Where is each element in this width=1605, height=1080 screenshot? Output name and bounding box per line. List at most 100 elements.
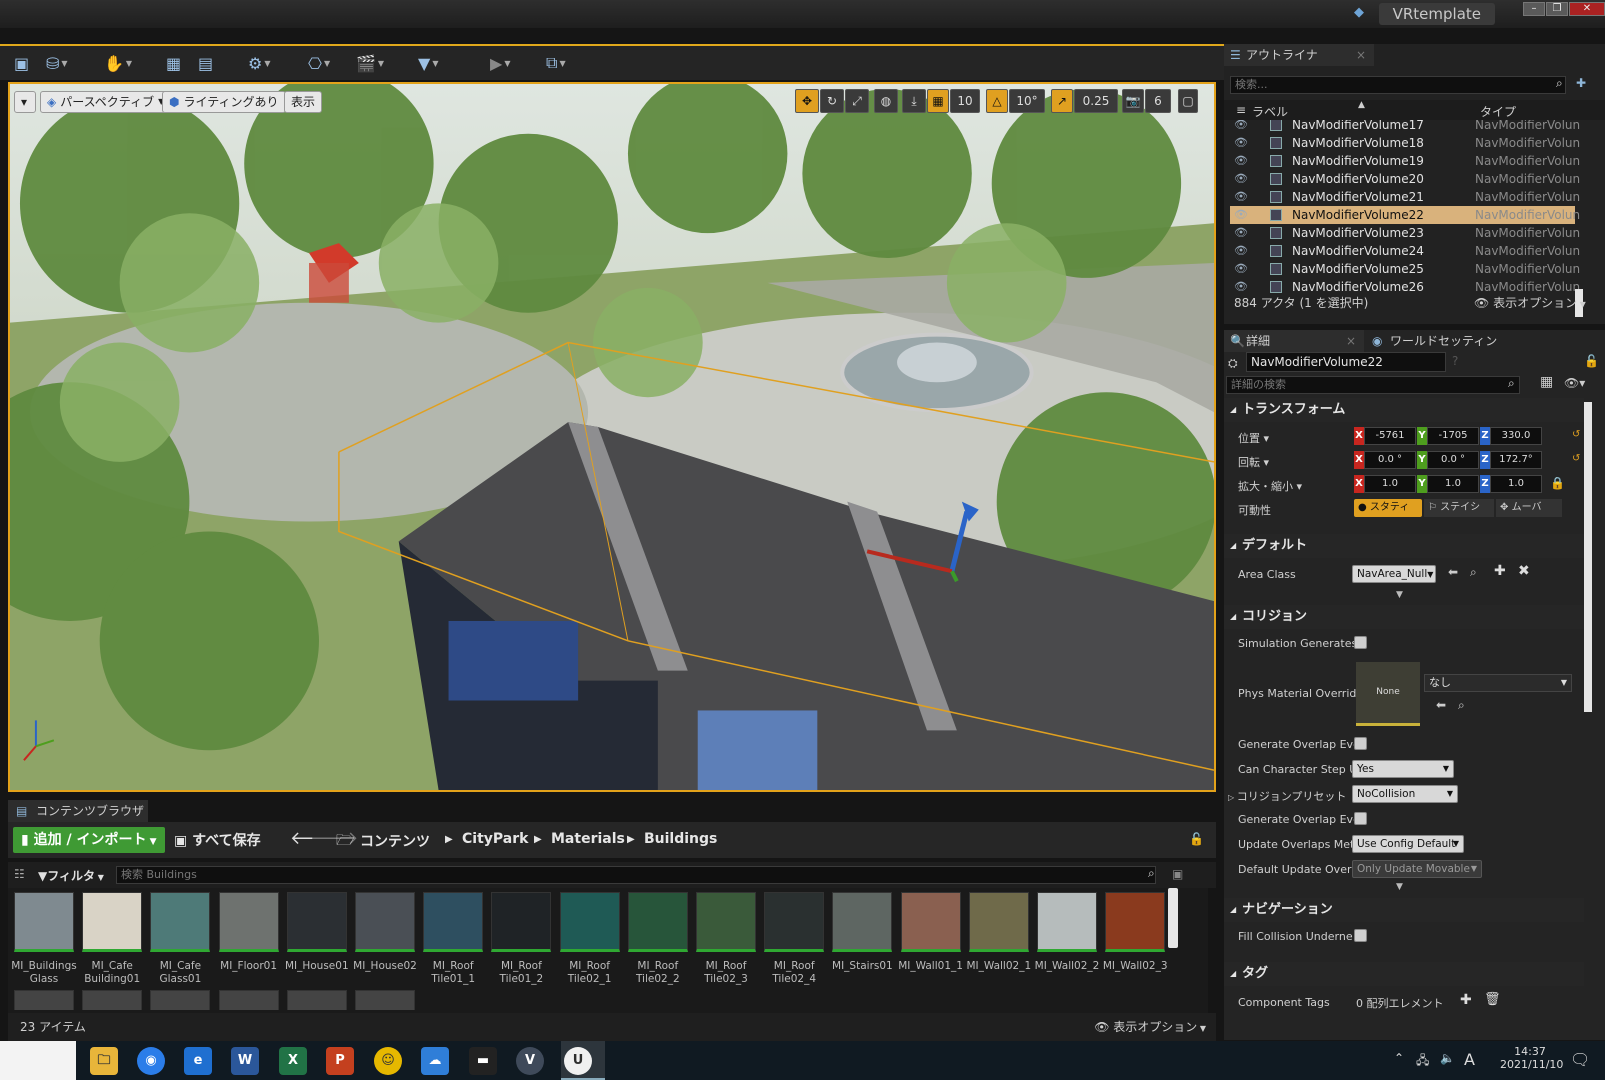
minimize-button[interactable]: – [1523, 2, 1545, 16]
asset-tile[interactable]: MI_Cafe Glass01 [150, 892, 211, 986]
clock[interactable]: 14:37 2021/11/10 [1500, 1045, 1563, 1071]
reset-rotation-icon[interactable]: ↺ [1572, 453, 1580, 464]
visibility-eye-icon[interactable]: 👁 [1234, 188, 1248, 206]
area-class-dropdown[interactable]: NavArea_Null▼ [1352, 565, 1436, 583]
asset-tile[interactable]: MI_Buildings Glass [11, 892, 77, 986]
visibility-eye-icon[interactable]: 👁 [1234, 134, 1248, 152]
content-browser-tab[interactable]: ▤ コンテンツブラウザ [8, 800, 148, 822]
details-search-input[interactable]: 詳細の検索 [1226, 376, 1520, 394]
details-scrollbar[interactable] [1584, 402, 1592, 712]
asset-tile[interactable]: MI_Roof Tile02_4 [764, 892, 825, 986]
rotation-y-input[interactable]: 0.0 ° [1427, 451, 1479, 469]
collision-preset-dropdown[interactable]: NoCollision ▼ [1352, 785, 1458, 803]
location-y-input[interactable]: -1705 [1427, 427, 1479, 445]
can-step-up-dropdown[interactable]: Yes ▼ [1352, 760, 1454, 778]
launch-icon[interactable]: ⧉ ▼ [546, 51, 566, 75]
add-import-button[interactable]: ▮ 追加 / インポート ▼ [13, 827, 165, 853]
visibility-eye-icon[interactable]: 👁 [1234, 260, 1248, 278]
outliner-row[interactable]: 👁 NavModifierVolume17 NavModifierVolun [1230, 120, 1580, 134]
mobility-movable-button[interactable]: ✥ ムーバ [1496, 499, 1562, 517]
outliner-row[interactable]: 👁 NavModifierVolume25 NavModifierVolun [1230, 260, 1580, 278]
content-icon[interactable]: ▦ [166, 51, 181, 75]
update-overlaps-dropdown[interactable]: Use Config Default ▼ [1352, 835, 1464, 853]
powerpoint-icon[interactable]: P [326, 1047, 354, 1075]
save-icon[interactable]: ▣ [14, 51, 29, 75]
camera-speed-value[interactable]: 6 [1145, 89, 1171, 113]
edge-icon[interactable]: e [184, 1047, 212, 1075]
terminal-icon[interactable]: ▬ [469, 1047, 497, 1075]
chrome-icon[interactable]: ◉ [137, 1047, 165, 1075]
generate-overlap2-checkbox[interactable] [1354, 812, 1367, 825]
asset-tile[interactable]: MI_Roof Tile02_1 [559, 892, 620, 986]
asset-tile[interactable]: MI_House01 [285, 892, 349, 973]
asset-tile[interactable]: MI_Wall01_1 [898, 892, 963, 973]
asset-tile-partial[interactable] [150, 990, 211, 1010]
visibility-eye-icon[interactable]: 👁 [1234, 120, 1248, 134]
visibility-eye-icon[interactable]: 👁 [1234, 152, 1248, 170]
close-button[interactable]: ✕ [1569, 2, 1605, 16]
browse-icon[interactable]: ⌕ [1458, 698, 1465, 713]
source-control-icon[interactable]: ⛁ ▼ [46, 51, 68, 75]
level-viewport[interactable]: ▾ ◈パースペクティブ▼ ⬢ライティングあり 表示 ✥ ↻ ⤢ ◍ ⤓ ▦ 10… [8, 82, 1216, 792]
character-app-icon[interactable]: ☺ [374, 1047, 402, 1075]
scale-label[interactable]: 拡大・縮小 ▾ [1238, 478, 1302, 494]
asset-tile-partial[interactable] [218, 990, 279, 1010]
notification-icon[interactable]: 🗨 [1570, 1050, 1590, 1069]
lock-icon[interactable]: 🔓 [1189, 832, 1204, 846]
world-settings-tab[interactable]: ◉ ワールドセッティン [1368, 330, 1518, 352]
col-label[interactable]: ラベル [1252, 103, 1288, 120]
mobility-stationary-button[interactable]: ⚐ ステイシ [1424, 499, 1494, 517]
asset-tile[interactable]: MI_Wall02_3 [1103, 892, 1168, 973]
phys-material-thumbnail[interactable]: None [1356, 662, 1420, 726]
outliner-row[interactable]: 👁 NavModifierVolume21 NavModifierVolun [1230, 188, 1580, 206]
browse-icon[interactable]: ⌕ [1470, 565, 1477, 580]
details-tab[interactable]: 🔍 詳細 × [1224, 330, 1364, 352]
outliner-row[interactable]: 👁 NavModifierVolume23 NavModifierVolun [1230, 224, 1580, 242]
scale-z-input[interactable]: 1.0 [1490, 475, 1542, 493]
location-z-input[interactable]: 330.0 [1490, 427, 1542, 445]
cinematics-icon[interactable]: 🎬 ▼ [356, 51, 384, 75]
outliner-row[interactable]: 👁 NavModifierVolume19 NavModifierVolun [1230, 152, 1580, 170]
scale-icon[interactable]: ⤢ [845, 89, 869, 113]
asset-tile[interactable]: MI_Roof Tile02_2 [627, 892, 688, 986]
add-icon[interactable]: ✚ [1494, 563, 1506, 579]
asset-tile[interactable]: MI_Stairs01 [832, 892, 893, 973]
save-all-button[interactable]: ▣ すべて保存 [174, 830, 261, 850]
word-icon[interactable]: W [231, 1047, 259, 1075]
breadcrumb-content[interactable]: コンテンツ [360, 831, 430, 851]
outliner-column-visibility-icon[interactable]: ≡ [1236, 103, 1246, 117]
expand-advanced-icon[interactable]: ▼ [1396, 882, 1403, 892]
asset-tile-partial[interactable] [355, 990, 415, 1010]
outliner-row[interactable]: 👁 NavModifierVolume22 NavModifierVolun [1230, 206, 1580, 224]
rotation-x-input[interactable]: 0.0 ° [1364, 451, 1416, 469]
rotation-snap-value[interactable]: 10° [1009, 89, 1045, 113]
use-selected-arrow-icon[interactable]: ⬅ [1448, 565, 1458, 579]
trash-icon[interactable]: 🗑 [1484, 992, 1501, 1007]
surface-snap-icon[interactable]: ⤓ [902, 89, 926, 113]
build-icon[interactable]: ▼ ▼ [418, 51, 438, 75]
view-options-button[interactable]: 👁 表示オプション ▼ [1094, 1013, 1206, 1043]
location-label[interactable]: 位置 ▾ [1238, 430, 1269, 446]
modes-icon[interactable]: ✋ ▼ [104, 51, 132, 75]
cloud-app-icon[interactable]: ☁ [421, 1047, 449, 1075]
viewport-options-button[interactable]: ▾ [14, 91, 36, 113]
help-icon[interactable]: ? [1452, 354, 1458, 368]
save-search-icon[interactable]: ▣ [1172, 867, 1183, 881]
lighting-button[interactable]: ⬢ ライティングあり [162, 91, 286, 113]
visibility-eye-icon[interactable]: 👁 [1234, 170, 1248, 188]
tags-section-header[interactable]: ◢ タグ [1224, 962, 1584, 986]
mobility-static-button[interactable]: ● スタティ [1354, 499, 1422, 517]
settings-icon[interactable]: ⚙ ▼ [248, 51, 271, 75]
actor-name-input[interactable]: NavModifierVolume22 [1246, 352, 1446, 372]
asset-tile[interactable]: MI_Roof Tile02_3 [696, 892, 756, 986]
rotation-label[interactable]: 回転 ▾ [1238, 454, 1269, 470]
excel-icon[interactable]: X [279, 1047, 307, 1075]
blueprints-icon[interactable]: ⎔ ▼ [308, 51, 330, 75]
visibility-eye-icon[interactable]: 👁 [1234, 224, 1248, 242]
outliner-row[interactable]: 👁 NavModifierVolume24 NavModifierVolun [1230, 242, 1580, 260]
sources-panel-icon[interactable]: ☷ [14, 867, 25, 881]
asset-tile[interactable]: MI_Cafe Building01 [82, 892, 143, 986]
asset-tile[interactable]: MI_Roof Tile01_2 [491, 892, 552, 986]
vr-app-icon[interactable]: V [516, 1047, 544, 1075]
add-element-icon[interactable]: ✚ [1460, 992, 1472, 1008]
